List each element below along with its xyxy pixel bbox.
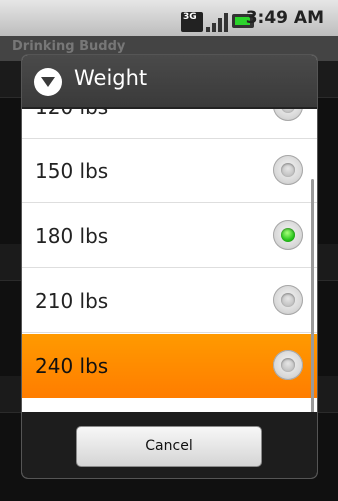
- radio-button-checked-icon[interactable]: [273, 220, 303, 250]
- option-210[interactable]: 210 lbs: [22, 269, 317, 333]
- option-120[interactable]: 120 lbs: [22, 109, 317, 139]
- option-label: 150 lbs: [35, 159, 109, 183]
- radio-button-icon[interactable]: [273, 109, 303, 121]
- option-label: 120 lbs: [35, 109, 108, 119]
- radio-button-icon[interactable]: [273, 285, 303, 315]
- network-type-label: 3G: [183, 12, 197, 22]
- dialog-footer: Cancel: [22, 412, 317, 478]
- dialog-header: Weight: [22, 55, 317, 109]
- status-bar: 3G 3:49 AM: [0, 0, 338, 36]
- scrollbar[interactable]: [311, 179, 314, 412]
- weight-dialog: Weight 120 lbs 150 lbs 180 lbs 210 lbs 2…: [22, 55, 317, 478]
- background-app-title: Drinking Buddy: [12, 39, 126, 54]
- option-240[interactable]: 240 lbs: [22, 334, 317, 398]
- dialog-title: Weight: [74, 66, 148, 90]
- clock: 3:49 AM: [245, 8, 324, 28]
- option-180[interactable]: 180 lbs: [22, 204, 317, 268]
- radio-button-icon[interactable]: [273, 155, 303, 185]
- option-label: 180 lbs: [35, 224, 109, 248]
- option-label: 210 lbs: [35, 289, 109, 313]
- network-3g-icon: 3G: [181, 12, 203, 32]
- radio-button-icon[interactable]: [273, 350, 303, 380]
- cancel-button[interactable]: Cancel: [76, 426, 262, 467]
- option-150[interactable]: 150 lbs: [22, 139, 317, 203]
- signal-strength-icon: [206, 12, 228, 32]
- weight-options-list[interactable]: 120 lbs 150 lbs 180 lbs 210 lbs 240 lbs: [22, 109, 317, 412]
- dropdown-icon: [34, 68, 62, 96]
- option-label: 240 lbs: [35, 354, 109, 378]
